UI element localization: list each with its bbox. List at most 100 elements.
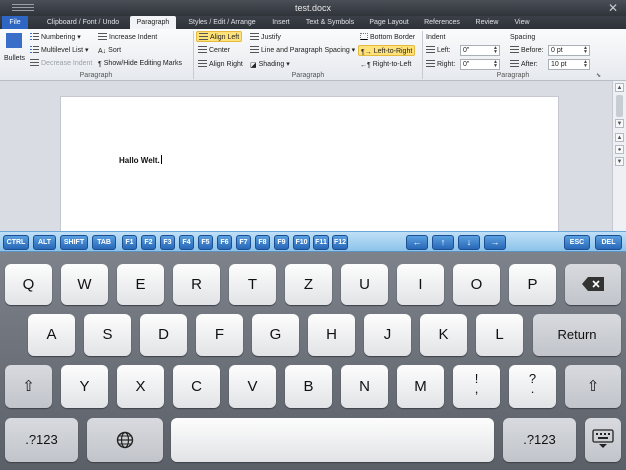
key-f10[interactable]: F10	[293, 235, 310, 250]
bottom-border-button[interactable]: Bottom Border	[360, 32, 415, 43]
numbers-key-left[interactable]: .?123	[5, 418, 78, 462]
key-f11[interactable]: F11	[313, 235, 329, 250]
language-key[interactable]	[87, 418, 163, 462]
spinner-arrows-icon[interactable]: ▲ ▼	[583, 60, 588, 69]
spinner-arrows-icon[interactable]: ▲ ▼	[493, 60, 498, 69]
key-f1[interactable]: F1	[122, 235, 137, 250]
key-f12[interactable]: F12	[332, 235, 348, 250]
tab-clipboard-font-undo[interactable]: Clipboard / Font / Undo	[38, 16, 128, 29]
key-f6[interactable]: F6	[217, 235, 232, 250]
key-m[interactable]: M	[397, 365, 444, 408]
tab-review[interactable]: Review	[470, 16, 504, 29]
key-x[interactable]: X	[117, 365, 164, 408]
tab-file[interactable]: File	[2, 16, 28, 29]
shift-right-key[interactable]: ⇧	[565, 365, 621, 408]
key-u[interactable]: U	[341, 264, 388, 305]
menu-grip-icon[interactable]	[12, 4, 34, 12]
shading-button[interactable]: ◪ Shading ▾	[250, 59, 290, 70]
close-icon[interactable]: ✕	[608, 1, 618, 15]
key-a[interactable]: A	[28, 314, 75, 356]
spinner-arrows-icon[interactable]: ▲ ▼	[583, 46, 588, 55]
key-g[interactable]: G	[252, 314, 299, 356]
vertical-scrollbar[interactable]: ▲ ▼ ▲ ● ▼	[612, 81, 626, 231]
tab-insert[interactable]: Insert	[266, 16, 296, 29]
key-d[interactable]: D	[140, 314, 187, 356]
key-c[interactable]: C	[173, 365, 220, 408]
document-page[interactable]: Hallo Welt.	[60, 96, 559, 236]
bullets-button[interactable]: Bullets	[4, 53, 25, 64]
decrease-indent-button[interactable]: Decrease Indent	[30, 58, 92, 69]
scroll-thumb[interactable]	[616, 95, 623, 117]
spinner-arrows-icon[interactable]: ▲ ▼	[493, 46, 498, 55]
arrow-down-icon[interactable]: ↓	[458, 235, 480, 250]
scroll-up-icon[interactable]: ▲	[615, 83, 624, 92]
key-n[interactable]: N	[341, 365, 388, 408]
key-question-period[interactable]: ? .	[509, 365, 556, 408]
right-to-left-button[interactable]: ←¶ Right-to-Left	[360, 59, 411, 70]
key-f9[interactable]: F9	[274, 235, 289, 250]
key-b[interactable]: B	[285, 365, 332, 408]
key-l[interactable]: L	[476, 314, 523, 356]
key-f8[interactable]: F8	[255, 235, 270, 250]
scroll-down-icon[interactable]: ▼	[615, 119, 624, 128]
key-alt[interactable]: ALT	[33, 235, 56, 250]
arrow-left-icon[interactable]: ←	[406, 235, 428, 250]
page-down-icon[interactable]: ▼	[615, 157, 624, 166]
key-v[interactable]: V	[229, 365, 276, 408]
justify-button[interactable]: Justify	[250, 32, 281, 43]
tab-page-layout[interactable]: Page Layout	[364, 16, 414, 29]
key-p[interactable]: P	[509, 264, 556, 305]
arrow-right-icon[interactable]: →	[484, 235, 506, 250]
document-body-text[interactable]: Hallo Welt.	[119, 155, 162, 165]
key-r[interactable]: R	[173, 264, 220, 305]
bullets-icon[interactable]	[6, 32, 22, 48]
left-to-right-button[interactable]: ¶→ Left-to-Right	[358, 45, 416, 56]
key-f4[interactable]: F4	[179, 235, 194, 250]
multilevel-list-button[interactable]: Multilevel List ▾	[30, 45, 88, 56]
key-t[interactable]: T	[229, 264, 276, 305]
key-o[interactable]: O	[453, 264, 500, 305]
increase-indent-button[interactable]: Increase Indent	[98, 32, 157, 43]
center-button[interactable]: Center	[198, 45, 230, 56]
key-e[interactable]: E	[117, 264, 164, 305]
key-del[interactable]: DEL	[595, 235, 622, 250]
key-k[interactable]: K	[420, 314, 467, 356]
key-s[interactable]: S	[84, 314, 131, 356]
key-y[interactable]: Y	[61, 365, 108, 408]
space-bar[interactable]	[171, 418, 494, 462]
tab-text-symbols[interactable]: Text & Symbols	[300, 16, 360, 29]
key-f5[interactable]: F5	[198, 235, 213, 250]
numbers-key-right[interactable]: .?123	[503, 418, 576, 462]
key-f3[interactable]: F3	[160, 235, 175, 250]
page-up-icon[interactable]: ▲	[615, 133, 624, 142]
key-i[interactable]: I	[397, 264, 444, 305]
show-hide-marks-button[interactable]: ¶ Show/Hide Editing Marks	[98, 58, 182, 69]
align-left-button[interactable]: Align Left	[196, 31, 243, 42]
backspace-key[interactable]	[565, 264, 621, 305]
key-h[interactable]: H	[308, 314, 355, 356]
spacing-after-field[interactable]: 10 pt ▲ ▼	[548, 59, 590, 70]
key-shift[interactable]: SHIFT	[60, 235, 88, 250]
spacing-before-field[interactable]: 0 pt ▲ ▼	[548, 45, 590, 56]
return-key[interactable]: Return	[533, 314, 621, 356]
key-z[interactable]: Z	[285, 264, 332, 305]
hide-keyboard-key[interactable]	[585, 418, 621, 462]
tab-styles-edit-arrange[interactable]: Styles / Edit / Arrange	[182, 16, 262, 29]
tab-references[interactable]: References	[418, 16, 466, 29]
key-w[interactable]: W	[61, 264, 108, 305]
key-f2[interactable]: F2	[141, 235, 156, 250]
align-right-button[interactable]: Align Right	[198, 59, 243, 70]
numbering-button[interactable]: Numbering ▾	[30, 32, 81, 43]
key-q[interactable]: Q	[5, 264, 52, 305]
key-j[interactable]: J	[364, 314, 411, 356]
key-ctrl[interactable]: CTRL	[3, 235, 29, 250]
tab-view[interactable]: View	[508, 16, 536, 29]
key-esc[interactable]: ESC	[564, 235, 590, 250]
tab-paragraph[interactable]: Paragraph	[130, 16, 176, 29]
sort-button[interactable]: A↓ Sort	[98, 45, 121, 56]
shift-left-key[interactable]: ⇧	[5, 365, 52, 408]
line-spacing-button[interactable]: Line and Paragraph Spacing ▾	[250, 45, 355, 56]
arrow-up-icon[interactable]: ↑	[432, 235, 454, 250]
key-f[interactable]: F	[196, 314, 243, 356]
key-tab[interactable]: TAB	[92, 235, 116, 250]
